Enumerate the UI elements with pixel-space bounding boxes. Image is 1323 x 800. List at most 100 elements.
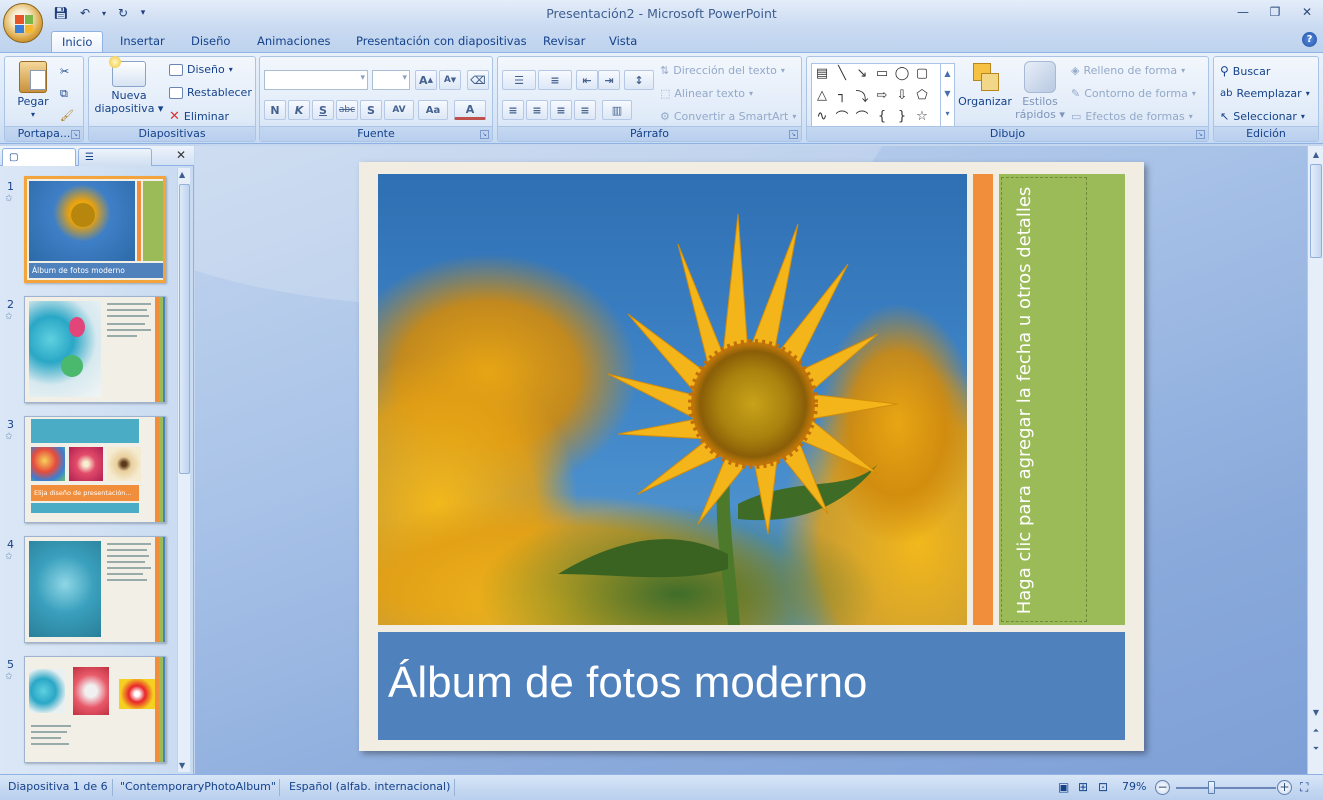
arrange-button[interactable]: Organizar (957, 61, 1013, 108)
change-case-button[interactable]: Aa (418, 100, 448, 120)
line-spacing-icon[interactable]: ↕ (624, 70, 654, 90)
curve-shape-icon[interactable]: ⌒ (834, 109, 850, 126)
slide-thumbnail-3[interactable]: Elija diseño de presentación... (24, 416, 166, 523)
pentagon-shape-icon[interactable]: ⬠ (914, 88, 930, 103)
select-button[interactable]: ↖ Seleccionar ▾ (1220, 110, 1305, 123)
slide-sorter-view-icon[interactable]: ⊞ (1078, 780, 1088, 794)
shape-effects-button[interactable]: ▭ Efectos de formas ▾ (1071, 110, 1193, 123)
rounded-rect-shape-icon[interactable]: ▢ (914, 66, 930, 81)
close-icon[interactable]: ✕ (1297, 4, 1317, 20)
zoom-level[interactable]: 79% (1122, 780, 1146, 793)
increase-indent-icon[interactable]: ⇥ (598, 70, 620, 90)
format-painter-icon[interactable]: 🖌︎ (60, 109, 74, 122)
arc-shape-icon[interactable]: ⌒ (854, 109, 870, 126)
underline-button[interactable]: S (312, 100, 334, 120)
grow-font-button[interactable]: A ▲ (415, 70, 437, 90)
align-center-icon[interactable]: ≡ (526, 100, 548, 120)
quick-styles-button[interactable]: Estilos rápidos ▾ (1015, 61, 1065, 121)
shrink-font-button[interactable]: A ▼ (439, 70, 461, 90)
zoom-in-icon[interactable]: + (1277, 780, 1292, 795)
clear-format-icon[interactable]: ⌫ (467, 70, 489, 90)
tab-animaciones[interactable]: Animaciones (247, 31, 341, 52)
slide-thumbnail-1[interactable]: Álbum de fotos moderno (24, 176, 166, 283)
tab-presentacion[interactable]: Presentación con diapositivas (346, 31, 537, 52)
shapes-gallery[interactable]: ▤ ╲ ↘ ▭ ◯ ▢ △ ┐ ⤵ ⇨ ⇩ ⬠ ∿ ⌒ ⌒ { } ☆ ▲ ▼ ▾ (811, 63, 955, 127)
decrease-indent-icon[interactable]: ⇤ (576, 70, 598, 90)
layout-button[interactable]: Diseño ▾ (169, 63, 233, 76)
main-scroll-thumb[interactable] (1310, 164, 1322, 258)
slides-pane-scroll-thumb[interactable] (179, 184, 190, 474)
maximize-icon[interactable]: ❐ (1265, 4, 1285, 20)
slides-tab[interactable]: ▢ (2, 148, 76, 166)
slides-pane-scrollbar[interactable]: ▲ ▼ (177, 168, 190, 772)
sunflower-photo[interactable] (378, 174, 967, 625)
portapapeles-launcher-icon[interactable]: ↘ (71, 130, 80, 139)
previous-slide-icon[interactable]: ⏶ (1309, 724, 1323, 738)
font-name-combo[interactable] (264, 70, 368, 90)
help-icon[interactable]: ? (1302, 32, 1317, 47)
fit-to-window-icon[interactable]: ⛶ (1300, 780, 1308, 795)
tab-revisar[interactable]: Revisar (533, 31, 595, 52)
font-color-button[interactable]: A (454, 100, 486, 120)
scroll-down-icon[interactable]: ▼ (1309, 706, 1323, 720)
align-text-button[interactable]: ⬚ Alinear texto ▾ (660, 87, 753, 100)
details-text-box[interactable]: Haga clic para agregar la fecha u otros … (1001, 177, 1087, 622)
slide-thumbnail-2[interactable] (24, 296, 166, 403)
dibujo-launcher-icon[interactable]: ↘ (1196, 130, 1205, 139)
main-vertical-scrollbar[interactable]: ▲ ▼ ⏶ ⏷ (1307, 146, 1323, 774)
zoom-slider-track[interactable] (1176, 787, 1276, 789)
text-direction-button[interactable]: ⇅ Dirección del texto ▾ (660, 64, 785, 77)
right-brace-shape-icon[interactable]: } (894, 109, 910, 124)
tab-inicio[interactable]: Inicio (51, 31, 104, 52)
shape-outline-button[interactable]: ✎ Contorno de forma ▾ (1071, 87, 1196, 100)
language-status[interactable]: Español (alfab. internacional) (289, 780, 450, 793)
strikethrough-button[interactable]: abc (336, 100, 358, 120)
arrow-line-shape-icon[interactable]: ↘ (854, 66, 870, 81)
tab-diseno[interactable]: Diseño (181, 31, 240, 52)
align-right-icon[interactable]: ≡ (550, 100, 572, 120)
replace-button[interactable]: ab Reemplazar ▾ (1220, 87, 1310, 100)
right-arrow-shape-icon[interactable]: ⇨ (874, 88, 890, 103)
align-left-icon[interactable]: ≡ (502, 100, 524, 120)
numbering-icon[interactable]: ≡ (538, 70, 572, 90)
close-pane-icon[interactable]: ✕ (176, 148, 186, 162)
tab-vista[interactable]: Vista (599, 31, 647, 52)
textbox-shape-icon[interactable]: ▤ (814, 66, 830, 81)
details-placeholder[interactable]: Haga clic para agregar la fecha u otros … (999, 174, 1125, 625)
zoom-slider-knob[interactable] (1208, 781, 1215, 794)
bold-button[interactable]: N (264, 100, 286, 120)
freeform-shape-icon[interactable]: ∿ (814, 109, 830, 124)
outline-tab[interactable]: ☰ (78, 148, 152, 166)
smartart-button[interactable]: ⚙︎ Convertir a SmartArt ▾ (660, 110, 796, 123)
office-button[interactable] (3, 3, 43, 43)
font-size-combo[interactable] (372, 70, 410, 90)
shapes-gallery-scroll[interactable]: ▲ ▼ ▾ (940, 64, 954, 126)
slide-thumbnail-4[interactable] (24, 536, 166, 643)
theme-name[interactable]: "ContemporaryPhotoAlbum" (120, 780, 276, 793)
reset-button[interactable]: Restablecer (169, 86, 252, 99)
minimize-icon[interactable]: — (1233, 4, 1253, 20)
bullets-icon[interactable]: ☰ (502, 70, 536, 90)
left-brace-shape-icon[interactable]: { (874, 109, 890, 124)
shadow-button[interactable]: S (360, 100, 382, 120)
char-spacing-button[interactable]: AV (384, 100, 414, 120)
scroll-up-icon[interactable]: ▲ (1309, 148, 1323, 162)
elbow-connector-shape-icon[interactable]: ┐ (834, 88, 850, 103)
find-button[interactable]: ⚲ Buscar (1220, 64, 1270, 78)
title-placeholder[interactable]: Álbum de fotos moderno (378, 632, 1125, 740)
delete-slide-button[interactable]: ✕ Eliminar (169, 109, 229, 124)
parrafo-launcher-icon[interactable]: ↘ (789, 130, 798, 139)
line-shape-icon[interactable]: ╲ (834, 66, 850, 81)
copy-icon[interactable]: ⧉ (60, 87, 68, 101)
scroll-down-icon[interactable]: ▼ (179, 761, 185, 770)
current-slide[interactable]: Haga clic para agregar la fecha u otros … (359, 162, 1144, 751)
cut-icon[interactable]: ✂ (60, 65, 69, 78)
shape-fill-button[interactable]: ◈ Relleno de forma ▾ (1071, 64, 1185, 77)
slide-thumbnail-5[interactable] (24, 656, 166, 763)
slideshow-view-icon[interactable]: ⊡ (1098, 780, 1108, 794)
scroll-up-icon[interactable]: ▲ (179, 170, 185, 179)
oval-shape-icon[interactable]: ◯ (894, 66, 910, 81)
down-arrow-shape-icon[interactable]: ⇩ (894, 88, 910, 103)
elbow-arrow-shape-icon[interactable]: ⤵ (854, 88, 870, 105)
columns-icon[interactable]: ▥ (602, 100, 632, 120)
